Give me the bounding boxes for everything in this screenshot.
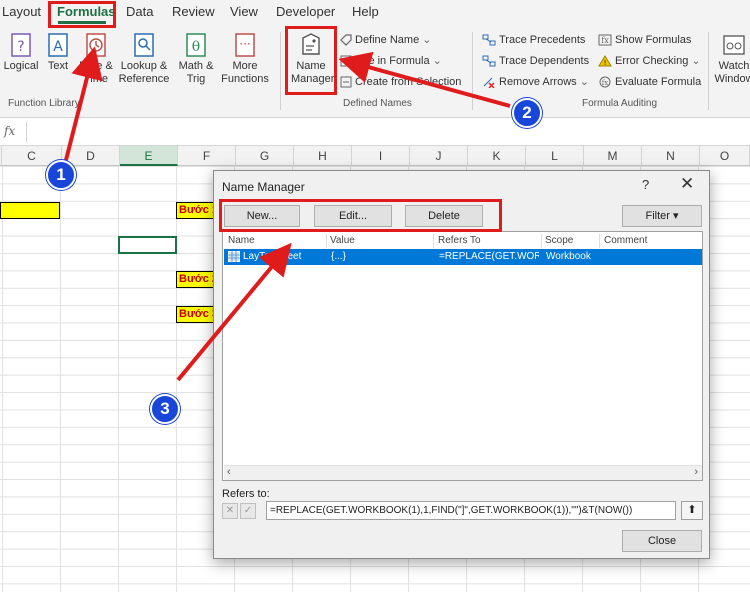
arrow-to-name-manager: [338, 51, 511, 108]
arrow-to-name-row: [176, 242, 292, 382]
step-badge-3: 3: [150, 394, 180, 424]
step-badge-1: 1: [46, 160, 76, 190]
step-badge-2: 2: [512, 98, 542, 128]
annotation-arrows: [64, 46, 511, 382]
arrow-to-formulas: [64, 46, 103, 161]
